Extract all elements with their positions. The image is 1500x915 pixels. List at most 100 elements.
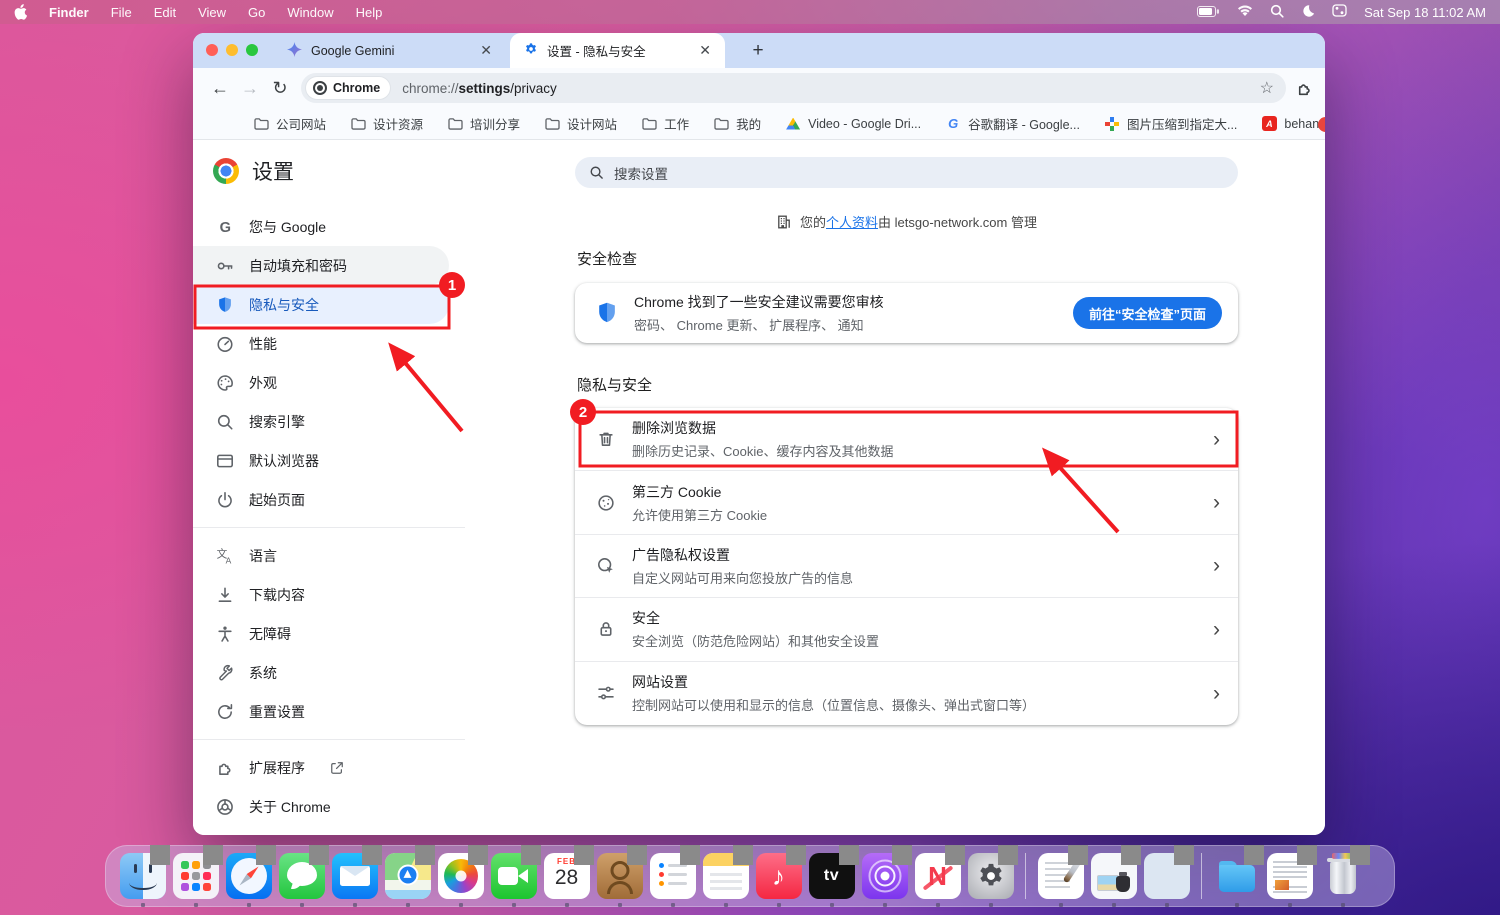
dock-trash-icon[interactable] [1320, 853, 1366, 899]
menu-window[interactable]: Window [287, 5, 333, 20]
dock-safari-icon[interactable] [226, 853, 272, 899]
sidebar-item-label: 起始页面 [249, 490, 305, 510]
settings-gear-icon [524, 42, 538, 59]
bookmark-item[interactable]: G谷歌翻译 - Google... [945, 114, 1080, 133]
tab-google-gemini[interactable]: Google Gemini ✕ [271, 33, 506, 68]
close-tab-icon[interactable]: ✕ [476, 42, 496, 59]
bookmark-item[interactable]: 设计网站 [544, 114, 617, 133]
close-tab-icon[interactable]: ✕ [695, 42, 715, 59]
forward-icon[interactable]: → [235, 73, 265, 103]
dock-indicator-dot [936, 903, 940, 907]
do-not-disturb-icon[interactable] [1301, 4, 1315, 21]
sidebar-item-搜索引擎[interactable]: 搜索引擎 [193, 402, 449, 441]
dock-contacts-icon[interactable] [597, 853, 643, 899]
dock-folder-icon[interactable] [1214, 853, 1260, 899]
sidebar-item-性能[interactable]: 性能 [193, 324, 449, 363]
bookmark-item[interactable]: 培训分享 [447, 114, 520, 133]
dock-launchpad-icon[interactable] [173, 853, 219, 899]
dock-indicator-dot [300, 903, 304, 907]
row-title: 删除浏览数据 [632, 418, 893, 438]
bookmark-label: 公司网站 [276, 114, 326, 133]
search-settings-input[interactable]: 搜索设置 [575, 157, 1238, 188]
dock-preview-icon[interactable] [1091, 853, 1137, 899]
dock-indicator-dot [512, 903, 516, 907]
bookmark-label: 设计网站 [567, 114, 617, 133]
dock-facetime-icon[interactable] [491, 853, 537, 899]
privacy-row-第三方 Cookie[interactable]: 第三方 Cookie允许使用第三方 Cookie› [575, 471, 1238, 534]
sidebar-item-扩展程序[interactable]: 扩展程序 [193, 748, 449, 787]
menu-file[interactable]: File [111, 5, 132, 20]
new-tab-button[interactable]: + [745, 38, 771, 64]
sidebar-item-起始页面[interactable]: 起始页面 [193, 480, 449, 519]
bookmark-star-icon[interactable]: ☆ [1260, 78, 1274, 98]
sidebar-item-下载内容[interactable]: 下载内容 [193, 575, 449, 614]
menu-view[interactable]: View [198, 5, 226, 20]
address-bar[interactable]: Chrome chrome://settings/privacy ☆ [301, 73, 1286, 103]
dock-notes-icon[interactable] [703, 853, 749, 899]
sidebar-item-重置设置[interactable]: 重置设置 [193, 692, 449, 731]
sidebar-item-您与 Google[interactable]: G您与 Google [193, 207, 449, 246]
chrome-url-chip[interactable]: Chrome [306, 77, 390, 99]
sidebar-item-语言[interactable]: 文A语言 [193, 536, 449, 575]
privacy-row-删除浏览数据[interactable]: 删除浏览数据删除历史记录、Cookie、缓存内容及其他数据› [575, 408, 1238, 471]
bookmark-item[interactable]: 图片压缩到指定大... [1104, 114, 1237, 133]
privacy-row-安全[interactable]: 安全安全浏览（防范危险网站）和其他安全设置› [575, 598, 1238, 661]
dock-indicator-dot [194, 903, 198, 907]
chevron-right-icon: › [1213, 683, 1220, 704]
dock-maps-icon[interactable] [385, 853, 431, 899]
menu-finder[interactable]: Finder [49, 5, 89, 20]
dock-calendar-icon[interactable]: FEB28 [544, 853, 590, 899]
dock-textedit-icon[interactable] [1038, 853, 1084, 899]
tab-settings-privacy[interactable]: 设置 - 隐私与安全 ✕ [510, 33, 725, 68]
menu-bar-clock[interactable]: Sat Sep 18 11:02 AM [1364, 5, 1486, 20]
dock-document-icon[interactable] [1267, 853, 1313, 899]
sidebar-item-外观[interactable]: 外观 [193, 363, 449, 402]
sidebar-item-隐私与安全[interactable]: 隐私与安全 [193, 285, 449, 324]
dock-photos-icon[interactable] [438, 853, 484, 899]
reload-icon[interactable]: ↻ [265, 73, 295, 103]
shield-icon [216, 296, 234, 314]
wifi-icon[interactable] [1237, 5, 1253, 20]
spotlight-icon[interactable] [1270, 4, 1284, 21]
dock-music-icon[interactable]: ♪ [756, 853, 802, 899]
privacy-row-广告隐私权设置[interactable]: 广告隐私权设置自定义网站可用来向您投放广告的信息› [575, 535, 1238, 598]
zoom-window-button[interactable] [246, 44, 258, 56]
bookmark-item[interactable]: 公司网站 [253, 114, 326, 133]
bookmark-item[interactable]: 工作 [641, 114, 689, 133]
privacy-row-网站设置[interactable]: 网站设置控制网站可以使用和显示的信息（位置信息、摄像头、弹出式窗口等）› [575, 662, 1238, 725]
dock-settings-icon[interactable] [968, 853, 1014, 899]
sidebar-item-无障碍[interactable]: 无障碍 [193, 614, 449, 653]
menu-help[interactable]: Help [356, 5, 383, 20]
bookmark-item[interactable]: 设计资源 [350, 114, 423, 133]
bookmark-item[interactable]: 我的 [713, 114, 761, 133]
dock-mail-icon[interactable] [332, 853, 378, 899]
minimize-window-button[interactable] [226, 44, 238, 56]
apple-menu-icon[interactable] [14, 4, 27, 20]
bookmark-item[interactable]: Abehance.net/harp... [1261, 116, 1325, 132]
go-to-safety-check-button[interactable]: 前往“安全检查”页面 [1073, 297, 1222, 329]
compress-icon [1104, 116, 1120, 132]
sidebar-item-关于 Chrome[interactable]: 关于 Chrome [193, 787, 449, 826]
chrome-window: Google Gemini ✕ 设置 - 隐私与安全 ✕ + ← → ↻ Chr… [193, 33, 1325, 835]
back-icon[interactable]: ← [205, 73, 235, 103]
dock-podcasts-icon[interactable] [862, 853, 908, 899]
dock-reminders-icon[interactable] [650, 853, 696, 899]
sidebar-item-自动填充和密码[interactable]: 自动填充和密码 [193, 246, 449, 285]
sidebar-item-默认浏览器[interactable]: 默认浏览器 [193, 441, 449, 480]
extensions-puzzle-icon[interactable] [1296, 80, 1313, 97]
dock-tv-icon[interactable]: tv [809, 853, 855, 899]
menu-go[interactable]: Go [248, 5, 265, 20]
dock-news-icon[interactable]: N [915, 853, 961, 899]
menu-bar: Finder File Edit View Go Window Help Sat Sep 1… [0, 0, 1500, 24]
control-center-icon[interactable] [1332, 4, 1347, 20]
bookmark-item[interactable]: Video - Google Dri... [785, 116, 921, 132]
menu-edit[interactable]: Edit [154, 5, 176, 20]
censor-block [574, 845, 594, 865]
dock-app-icon[interactable] [1144, 853, 1190, 899]
sidebar-item-系统[interactable]: 系统 [193, 653, 449, 692]
profile-link[interactable]: 个人资料 [826, 215, 878, 230]
dock-messages-icon[interactable] [279, 853, 325, 899]
dock-finder-icon[interactable] [120, 853, 166, 899]
close-window-button[interactable] [206, 44, 218, 56]
battery-icon[interactable] [1197, 5, 1220, 20]
